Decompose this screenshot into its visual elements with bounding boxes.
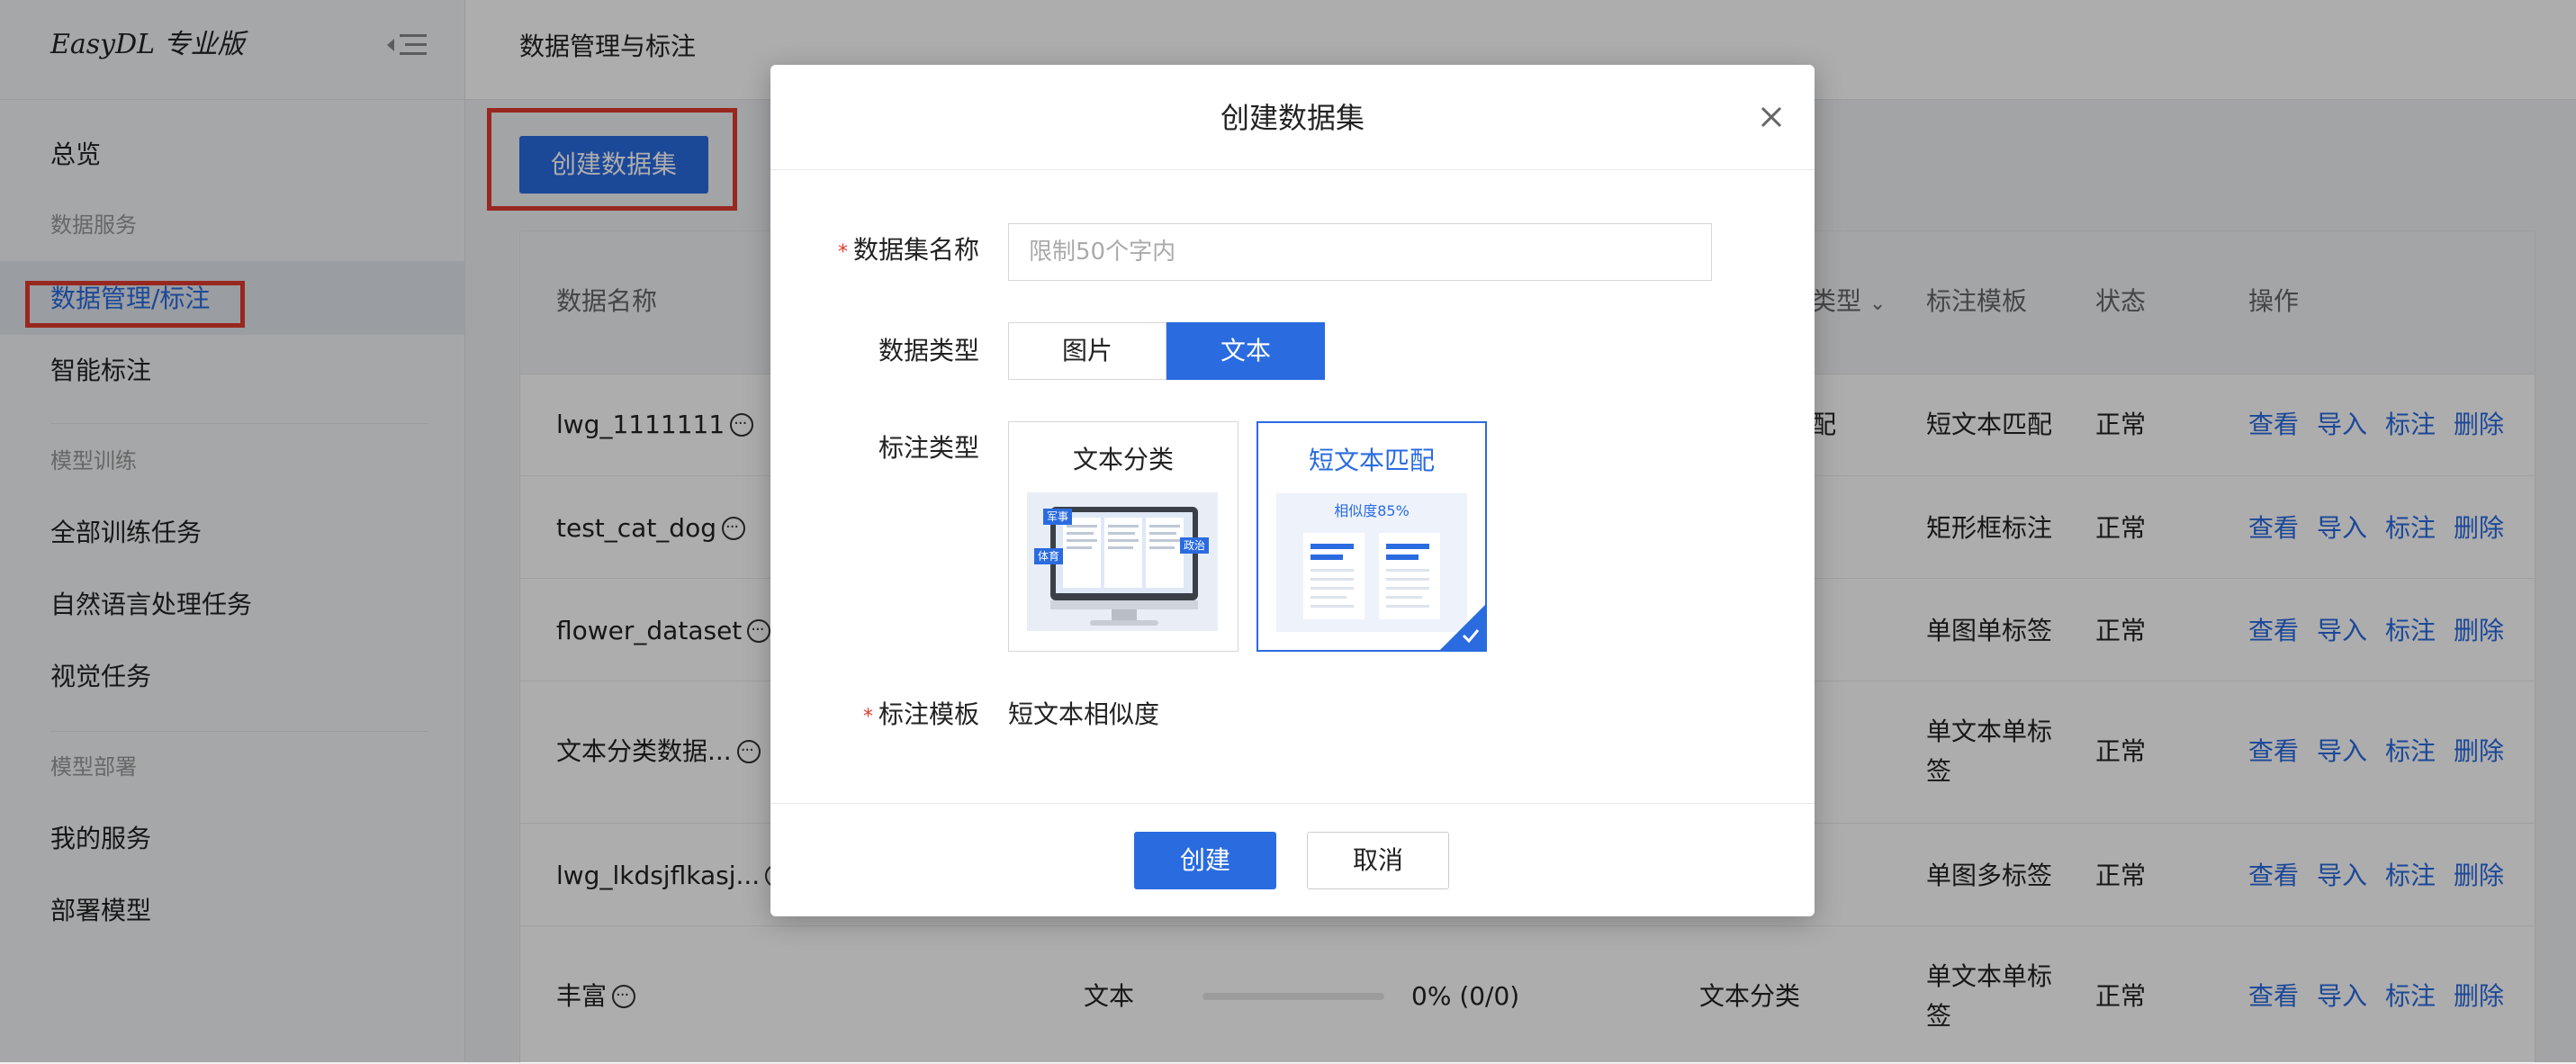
close-icon[interactable] [1753, 99, 1789, 135]
template-value: 短文本相似度 [1008, 699, 1160, 729]
label-type-label: 标注类型 [878, 433, 979, 463]
dataset-name-label: * 数据集名称 [837, 235, 979, 265]
check-icon [1462, 629, 1480, 644]
cancel-button[interactable]: 取消 [1307, 832, 1449, 889]
dialog-header-divider [770, 169, 1815, 170]
create-dataset-dialog: 创建数据集 *数据集名称 数据类型 图片 文本 标注类型 文本分类 [770, 65, 1815, 916]
label-type-card-text-classification[interactable]: 文本分类 军事 体育 政治 [1008, 421, 1238, 652]
dataset-name-input[interactable] [1008, 223, 1712, 281]
monitor-illustration: 军事 体育 政治 [1027, 492, 1218, 631]
required-mark: * [837, 241, 848, 264]
data-type-label: 数据类型 [878, 336, 979, 365]
card-title: 短文本匹配 [1308, 446, 1435, 475]
template-label: * 标注模板 [862, 699, 979, 729]
text-match-illustration: 相似度85% [1276, 493, 1467, 632]
tag-politics: 政治 [1183, 539, 1205, 552]
tag-military: 军事 [1046, 510, 1068, 523]
tag-sports: 体育 [1037, 550, 1059, 563]
data-type-option-image[interactable]: 图片 [1008, 322, 1166, 380]
required-mark: * [862, 706, 873, 728]
card-title: 文本分类 [1072, 445, 1174, 474]
dialog-title: 创建数据集 [1220, 101, 1365, 135]
data-type-option-text[interactable]: 文本 [1166, 322, 1325, 380]
dialog-footer-divider [770, 803, 1815, 804]
label-type-card-short-text-match[interactable]: 短文本匹配 相似度85% [1256, 421, 1487, 652]
confirm-create-button[interactable]: 创建 [1134, 832, 1276, 889]
